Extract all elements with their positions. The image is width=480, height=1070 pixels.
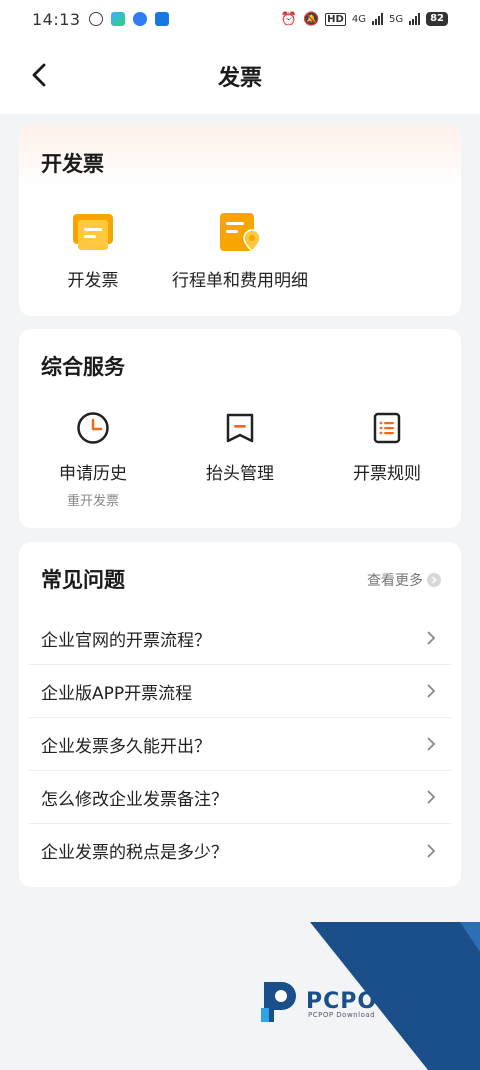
view-more-label: 查看更多 [367, 573, 423, 589]
signal-icon [371, 13, 383, 25]
bookmark-icon [226, 413, 254, 443]
watermark-sub: PCPOP Download [308, 1011, 376, 1019]
services-card-title: 综合服务 [41, 355, 125, 379]
faq-item[interactable]: 企业版APP开票流程 [29, 665, 451, 718]
history-label: 申请历史 [59, 464, 127, 484]
faq-question: 企业官网的开票流程？ [41, 630, 211, 651]
issue-invoice-label: 开发票 [67, 271, 119, 291]
itinerary-icon [220, 213, 261, 252]
list-icon [373, 412, 401, 444]
clock-icon [77, 412, 109, 444]
chevron-right-icon [427, 573, 441, 587]
faq-question: 企业发票多久能开出？ [41, 736, 211, 757]
chevron-right-icon [427, 684, 436, 698]
view-more-link[interactable]: 查看更多 [367, 570, 441, 590]
history-sublabel: 重开发票 [66, 494, 119, 509]
faq-item[interactable]: 怎么修改企业发票备注？ [29, 771, 451, 824]
app-k-icon [88, 12, 103, 26]
faq-card-title: 常见问题 [41, 568, 125, 592]
back-arrow-icon[interactable] [26, 60, 56, 90]
title-management-item[interactable]: 抬头管理 [190, 411, 290, 484]
nav-bar: 发票 [0, 38, 480, 114]
battery-indicator: 82 [426, 12, 448, 26]
faq-question: 企业发票的税点是多少？ [41, 843, 228, 863]
play-icon [110, 12, 125, 26]
chevron-right-icon [427, 737, 436, 751]
pcpop-logo-icon [261, 982, 296, 1022]
status-bar: 14:13 ⏰ 🔕 HD 4G 5G 82 [0, 0, 480, 38]
mute-icon: 🔕 [302, 11, 320, 27]
network-4g: 4G [351, 13, 366, 25]
faq-item[interactable]: 企业发票的税点是多少？ [29, 824, 451, 877]
faq-card: 常见问题 查看更多 企业官网的开票流程？ 企业版APP开票流程 企业发票多久能开… [19, 542, 461, 887]
issue-card-title: 开发票 [41, 152, 104, 176]
page-title: 发票 [217, 66, 262, 91]
invoice-rules-item[interactable]: 开票规则 [337, 411, 437, 484]
faq-item[interactable]: 企业发票多久能开出？ [29, 718, 451, 771]
itinerary-item[interactable]: 行程单和费用明细 [169, 212, 311, 291]
issue-invoice-card: 开发票 开发票 行程单和费用明细 [19, 126, 461, 316]
faq-item[interactable]: 企业官网的开票流程？ [29, 612, 451, 665]
chevron-right-icon [427, 790, 436, 804]
chevron-right-icon [427, 631, 436, 645]
faq-question: 怎么修改企业发票备注？ [41, 789, 228, 810]
app-circle-icon [132, 12, 147, 26]
issue-invoice-item[interactable]: 开发票 [53, 212, 133, 291]
hd-badge: HD [325, 12, 346, 26]
signal-icon-2 [409, 13, 421, 25]
invoice-rules-label: 开票规则 [353, 464, 421, 484]
itinerary-label: 行程单和费用明细 [172, 271, 308, 291]
app-flag-icon [154, 12, 169, 26]
faq-question: 企业版APP开票流程 [41, 683, 193, 704]
chevron-right-icon [427, 843, 436, 858]
network-5g: 5G [388, 13, 404, 25]
title-management-label: 抬头管理 [206, 464, 274, 484]
status-time: 14:13 [32, 9, 81, 29]
history-item[interactable]: 申请历史 重开发票 [43, 411, 143, 509]
alarm-icon: ⏰ [280, 11, 297, 27]
services-card: 综合服务 申请历史 重开发票 抬头管理 开票规则 [19, 329, 461, 528]
faq-list: 企业官网的开票流程？ 企业版APP开票流程 企业发票多久能开出？ 怎么修改企业发… [29, 612, 451, 877]
invoice-icon [73, 214, 113, 250]
